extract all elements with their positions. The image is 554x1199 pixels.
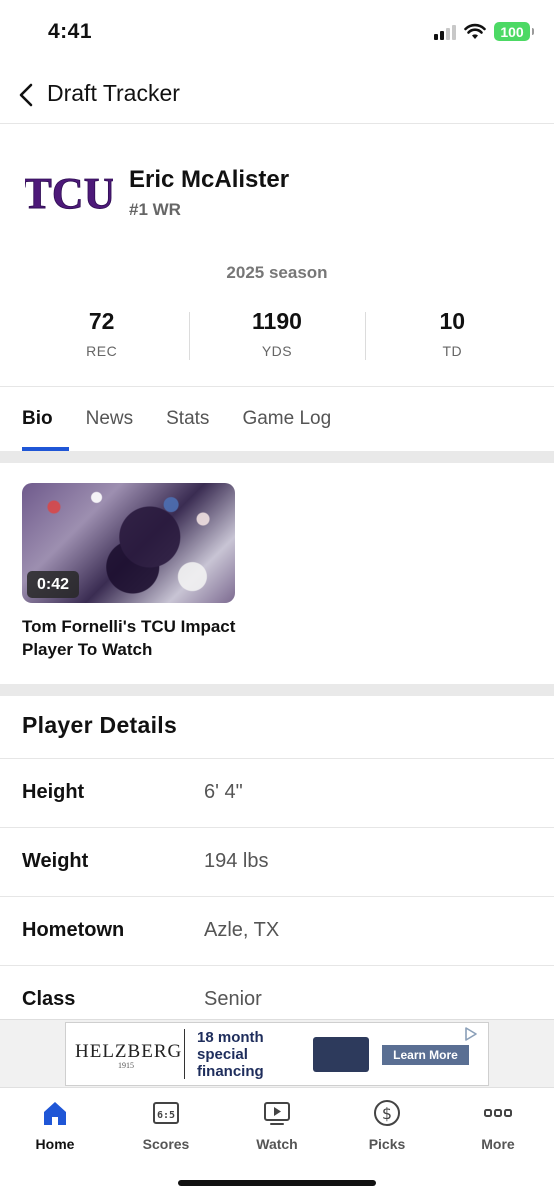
bottom-nav-label: More: [481, 1136, 515, 1152]
tab-game-log[interactable]: Game Log: [242, 388, 331, 451]
player-header: TCU Eric McAlister #1 WR 2025 season 72 …: [0, 124, 554, 387]
bottom-nav-home[interactable]: Home: [10, 1098, 100, 1152]
video-duration-badge: 0:42: [27, 571, 80, 598]
bottom-nav-watch[interactable]: Watch: [232, 1098, 322, 1152]
detail-value: Senior: [204, 988, 262, 1010]
ad-line: financing: [197, 1063, 264, 1080]
detail-label: Class: [22, 988, 76, 1010]
status-time: 4:41: [48, 20, 93, 43]
home-indicator: [178, 1180, 376, 1186]
cellular-signal-icon: [434, 24, 456, 40]
battery-icon: 100: [494, 22, 534, 41]
nav-header: Draft Tracker: [0, 66, 554, 124]
bottom-nav-label: Home: [35, 1136, 75, 1152]
detail-value: Azle, TX: [204, 919, 280, 941]
stat-label: TD: [442, 343, 463, 359]
team-logo-text: TCU: [25, 169, 113, 218]
stat-value: 72: [88, 308, 115, 334]
stat-td: 10 TD: [364, 304, 540, 360]
tab-bar: Bio News Stats Game Log: [0, 388, 554, 451]
section-divider: [0, 684, 554, 696]
ad-headline: 18 month special financing: [197, 1029, 264, 1080]
svg-text:$: $: [382, 1104, 392, 1123]
ad-banner[interactable]: HELZBERG 1915 18 month special financing…: [65, 1022, 489, 1086]
bottom-nav-scores[interactable]: 6:5 Scores: [121, 1098, 211, 1152]
bottom-nav-picks[interactable]: $ Picks: [342, 1098, 432, 1152]
bottom-nav-label: Scores: [142, 1136, 190, 1152]
home-icon: [44, 1102, 66, 1125]
bottom-nav-more[interactable]: More: [453, 1098, 543, 1152]
detail-row-hometown: Hometown Azle, TX: [0, 896, 554, 965]
ad-brand-name: HELZBERG: [75, 1041, 183, 1062]
detail-value: 6' 4": [204, 781, 243, 803]
scores-icon: 6:5: [153, 1102, 179, 1124]
ad-credit-card-image: [313, 1037, 369, 1072]
tab-news[interactable]: News: [86, 388, 134, 451]
ad-area: HELZBERG 1915 18 month special financing…: [0, 1019, 554, 1087]
watch-icon: [264, 1102, 290, 1125]
stat-value: 10: [439, 308, 466, 334]
stat-yds: 1190 YDS: [189, 304, 364, 360]
player-details-list: Height 6' 4" Weight 194 lbs Hometown Azl…: [0, 758, 554, 1034]
detail-value: 194 lbs: [204, 850, 269, 872]
status-icons: 100: [434, 22, 534, 41]
player-details-heading: Player Details: [22, 712, 178, 738]
stat-label: REC: [86, 343, 118, 359]
stat-label: YDS: [261, 343, 293, 359]
tab-bio[interactable]: Bio: [22, 388, 69, 451]
status-bar: 4:41 100: [0, 0, 554, 66]
video-title[interactable]: Tom Fornelli's TCU Impact Player To Watc…: [22, 615, 272, 661]
detail-label: Weight: [22, 850, 89, 872]
picks-icon: $: [374, 1100, 400, 1126]
page-title: Draft Tracker: [47, 80, 180, 106]
wifi-icon: [464, 23, 486, 39]
stats-row: 72 REC 1190 YDS 10 TD: [14, 304, 540, 360]
stat-value: 1190: [252, 308, 302, 334]
detail-label: Hometown: [22, 919, 125, 941]
bottom-nav-label: Picks: [368, 1136, 406, 1152]
team-logo: TCU: [25, 169, 113, 218]
player-name: Eric McAlister: [129, 166, 290, 193]
ad-choices-icon[interactable]: [464, 1027, 478, 1041]
back-chevron-icon[interactable]: [16, 82, 40, 108]
more-icon: [484, 1109, 512, 1117]
ad-line: special: [197, 1046, 248, 1063]
detail-label: Height: [22, 781, 85, 803]
svg-text:6:5: 6:5: [157, 1110, 175, 1121]
player-position: #1 WR: [129, 200, 181, 219]
tab-stats[interactable]: Stats: [166, 388, 209, 451]
ad-line: 18 month: [197, 1029, 264, 1046]
ad-brand-year: 1915: [118, 1061, 134, 1070]
detail-row-weight: Weight 194 lbs: [0, 827, 554, 896]
ad-learn-more-button[interactable]: Learn More: [382, 1045, 469, 1065]
battery-level: 100: [500, 23, 524, 40]
stat-rec: 72 REC: [14, 304, 189, 360]
season-label: 2025 season: [226, 263, 328, 282]
detail-row-height: Height 6' 4": [0, 758, 554, 827]
section-divider: [0, 451, 554, 463]
bottom-nav-label: Watch: [256, 1136, 298, 1152]
ad-divider: [184, 1029, 185, 1079]
